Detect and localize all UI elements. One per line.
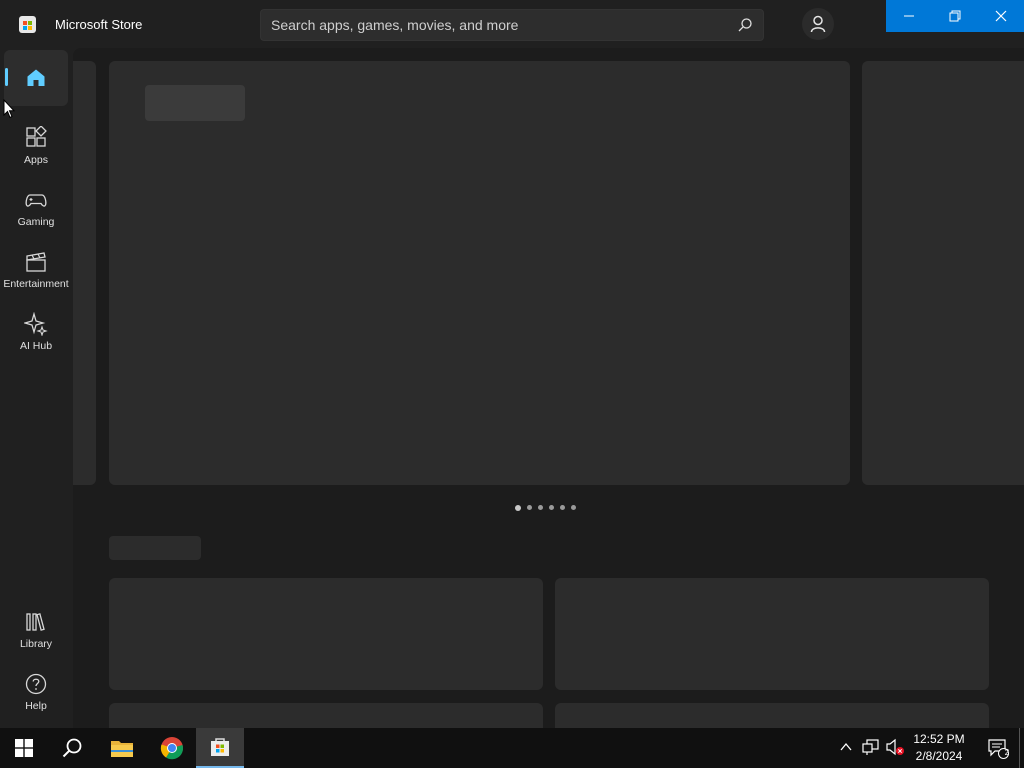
- controller-icon: [25, 194, 47, 207]
- title-bar: Microsoft Store: [0, 0, 1024, 48]
- carousel-pager[interactable]: [515, 504, 576, 511]
- tile-placeholder[interactable]: [555, 578, 989, 690]
- sidebar-item-label: Gaming: [17, 216, 55, 228]
- chrome-icon: [160, 737, 184, 760]
- network-icon[interactable]: [862, 738, 880, 756]
- tile-placeholder[interactable]: [109, 703, 543, 728]
- library-icon: [26, 613, 45, 631]
- notification-count: 2: [1004, 748, 1010, 757]
- start-icon: [15, 739, 33, 757]
- pager-dot[interactable]: [538, 505, 543, 510]
- nav-selection-indicator: [5, 68, 8, 86]
- minimize-button[interactable]: [886, 0, 932, 32]
- sidebar-item-gaming[interactable]: Gaming: [4, 180, 68, 236]
- pager-dot[interactable]: [527, 505, 532, 510]
- system-clock[interactable]: 12:52 PM 2/8/2024: [908, 731, 970, 765]
- section-title-placeholder: [109, 536, 201, 560]
- hero-title-placeholder: [145, 85, 245, 121]
- sidebar-item-library[interactable]: Library: [4, 602, 68, 658]
- sidebar-item-entertainment[interactable]: Entertainment: [3, 242, 69, 298]
- sidebar-item-ai-hub[interactable]: AI Hub: [4, 304, 68, 360]
- person-icon: [810, 15, 826, 33]
- sidebar-item-label: Entertainment: [3, 278, 69, 290]
- microsoft-store-window: Microsoft Store Search apps, games, movi…: [0, 0, 1024, 728]
- close-icon: [995, 10, 1007, 22]
- app-title: Microsoft Store: [55, 17, 143, 32]
- hero-card-next[interactable]: [862, 61, 1024, 485]
- file-explorer-icon: [111, 741, 133, 757]
- sidebar-item-home[interactable]: [4, 50, 68, 106]
- start-button[interactable]: [0, 728, 48, 768]
- restore-icon: [949, 10, 961, 22]
- mouse-cursor-icon: [3, 99, 15, 119]
- show-desktop-button[interactable]: [1019, 728, 1020, 768]
- clock-date: 2/8/2024: [915, 749, 963, 763]
- taskbar: 12:52 PM 2/8/2024 2: [0, 728, 1024, 768]
- action-center-button[interactable]: 2: [978, 728, 1018, 768]
- main-content: [73, 48, 1024, 728]
- sidebar-item-label: Help: [25, 700, 47, 712]
- tile-placeholder[interactable]: [555, 703, 989, 728]
- chevron-up-icon[interactable]: [839, 740, 853, 754]
- pager-dot[interactable]: [549, 505, 554, 510]
- microsoft-store-app-icon: [19, 16, 36, 33]
- close-button[interactable]: [978, 0, 1024, 32]
- sidebar-item-label: AI Hub: [19, 340, 53, 352]
- taskbar-file-explorer[interactable]: [98, 728, 146, 768]
- help-icon: [25, 673, 47, 695]
- volume-muted-icon[interactable]: [885, 738, 905, 756]
- taskbar-microsoft-store[interactable]: [196, 728, 244, 768]
- sidebar-item-label: Apps: [24, 154, 48, 166]
- search-box[interactable]: [260, 9, 764, 41]
- microsoft-store-icon: [211, 738, 229, 756]
- search-icon: [62, 738, 82, 758]
- minimize-icon: [904, 15, 914, 17]
- pager-dot[interactable]: [560, 505, 565, 510]
- hero-card-current[interactable]: [109, 61, 850, 485]
- hero-card-previous[interactable]: [73, 61, 96, 485]
- sparkle-icon: [24, 312, 48, 336]
- pager-dot[interactable]: [571, 505, 576, 510]
- sidebar-item-apps[interactable]: Apps: [4, 118, 68, 174]
- sidebar-item-help[interactable]: Help: [4, 664, 68, 720]
- search-icon[interactable]: [737, 17, 753, 33]
- account-button[interactable]: [802, 8, 834, 40]
- pager-dot[interactable]: [515, 504, 521, 511]
- restore-button[interactable]: [932, 0, 978, 32]
- clock-time: 12:52 PM: [913, 732, 965, 746]
- taskbar-chrome[interactable]: [148, 728, 196, 768]
- search-input[interactable]: [271, 17, 711, 33]
- tile-placeholder[interactable]: [109, 578, 543, 690]
- sidebar-item-label: Library: [19, 638, 53, 650]
- taskbar-search-button[interactable]: [48, 728, 96, 768]
- clapperboard-icon: [26, 252, 46, 272]
- apps-icon: [26, 126, 47, 147]
- home-icon: [27, 69, 45, 86]
